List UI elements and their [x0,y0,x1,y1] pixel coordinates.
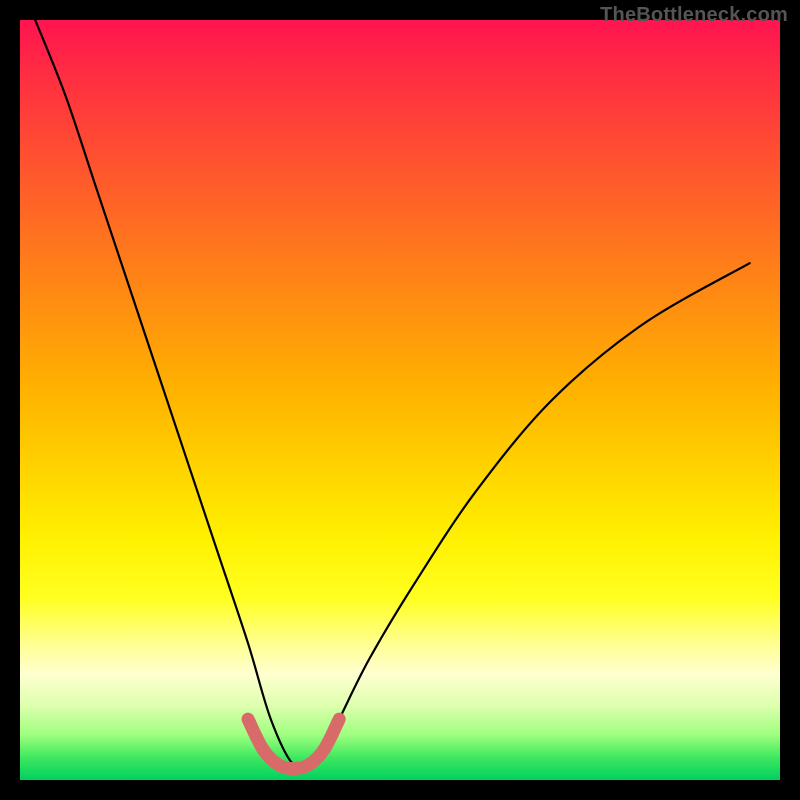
chart-frame: TheBottleneck.com [0,0,800,800]
optimal-band [248,719,339,768]
plot-area [20,20,780,780]
curve-layer [20,20,780,780]
watermark-text: TheBottleneck.com [600,4,788,27]
bottleneck-curve [35,20,749,771]
